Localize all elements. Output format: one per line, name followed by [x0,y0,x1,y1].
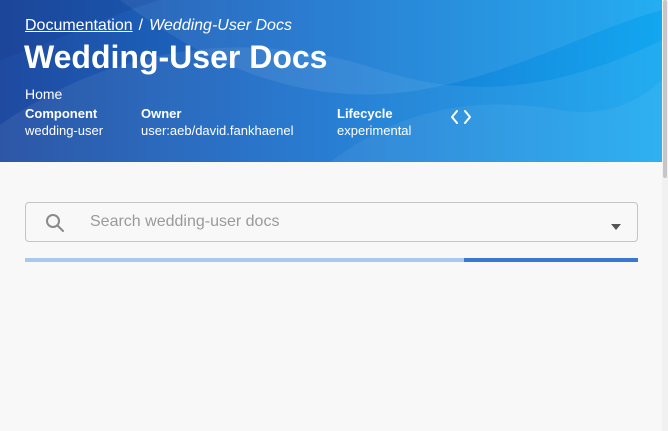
search-icon [45,213,65,233]
code-brackets-icon[interactable] [449,106,473,128]
docs-search-box[interactable] [25,202,638,242]
breadcrumb-link-documentation[interactable]: Documentation [25,17,133,34]
meta-lifecycle-label: Lifecycle [337,106,393,121]
loading-progress-indicator [464,258,638,262]
meta-owner: Owner user:aeb/david.fankhaenel [141,105,294,139]
meta-lifecycle-value: experimental [337,123,412,138]
search-input[interactable] [90,203,590,241]
header-banner: Documentation / Wedding-User Docs Wedding-… [0,0,662,162]
caret-down-icon[interactable] [610,218,622,230]
meta-component-value[interactable]: wedding-user [25,122,103,139]
page-scrollbar-thumb[interactable] [663,0,667,178]
docs-page: Documentation / Wedding-User Docs Wedding-… [0,0,668,431]
page-title: Wedding-User Docs [24,39,328,75]
breadcrumb-separator: / [138,17,144,34]
meta-lifecycle: Lifecycle experimental [337,105,411,139]
meta-component: Component wedding-user [25,105,103,139]
meta-owner-value[interactable]: user:aeb/david.fankhaenel [141,122,294,139]
meta-component-label: Component [25,106,98,121]
page-subtitle: Home [25,86,63,102]
breadcrumb-current: Wedding-User Docs [149,17,292,34]
breadcrumb: Documentation / Wedding-User Docs [25,17,292,35]
meta-owner-label: Owner [141,106,182,121]
loading-progress-bar [25,258,638,262]
page-scrollbar[interactable] [662,0,668,431]
